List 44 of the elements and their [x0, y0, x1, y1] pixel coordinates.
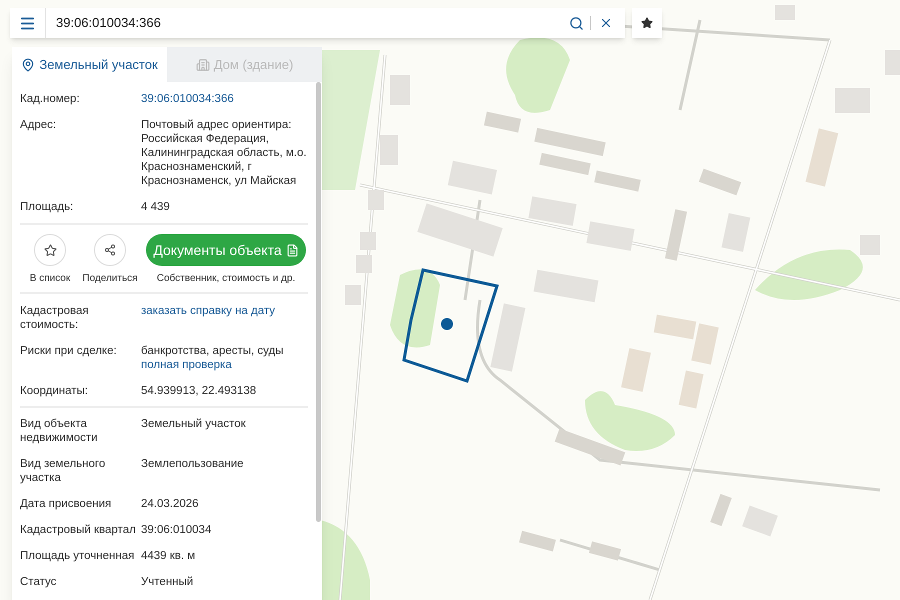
field-value: 4439 кв. м [141, 549, 196, 563]
field-label: Площадь: [20, 200, 74, 214]
field-value: Землепользование [141, 457, 245, 471]
share-icon [104, 244, 116, 256]
star-icon [641, 17, 653, 29]
search-bar[interactable]: 39:06:010034:366 [10, 8, 625, 38]
field-value: 24.03.2026 [141, 497, 200, 511]
share-button[interactable] [94, 234, 126, 266]
building-icon [196, 58, 210, 72]
field-label: Кад.номер: [20, 92, 81, 106]
field-label: Адрес: [20, 118, 58, 133]
tab[interactable]: Земельный участок [12, 47, 167, 82]
favorite-button[interactable] [632, 8, 662, 38]
field-value: 54.939913, 22.493138 [141, 384, 258, 398]
field-label: Вид земельного участка [20, 457, 106, 485]
action-label: В список [30, 272, 70, 286]
field-label: Кадастровая стоимость: [20, 304, 90, 332]
field-link[interactable]: заказать справку на дату [141, 304, 308, 318]
field-label: Риски при сделке: [20, 344, 118, 359]
favorite-button[interactable] [34, 234, 66, 266]
field-value: Почтовый адрес ориентира: Российская Федерация, Калининградская область, м.о. Краснознаменский, г Краснознаменск, ул Майская [141, 118, 308, 188]
close-icon [599, 16, 613, 30]
search-field[interactable]: 39:06:010034:366 [46, 16, 563, 30]
field-label: Координаты: [20, 384, 89, 398]
field-value: Земельный участок [141, 417, 247, 431]
field-label: Дата присвоения [20, 497, 112, 511]
field-link[interactable]: 39:06:010034:366 [141, 92, 308, 106]
star-icon [44, 244, 56, 256]
document-icon [286, 244, 299, 256]
action-label: Поделиться [82, 272, 138, 286]
search-icon [569, 16, 584, 30]
field-value: банкротства, аресты, суды [141, 344, 285, 358]
documents-caption: Собственник, стоимость и др. [156, 272, 296, 286]
field-link[interactable]: полная проверка [141, 358, 232, 372]
location-marker [441, 318, 453, 330]
field-value: Учтенный [141, 575, 194, 589]
field-value: 39:06:010034 [141, 523, 212, 537]
field-label: Площадь уточненная [20, 549, 136, 563]
field-value: 4 439 [141, 200, 171, 214]
menu-icon [19, 14, 36, 32]
pin-icon [21, 58, 36, 72]
field-label: Вид объекта недвижимости [20, 417, 99, 445]
field-label: Статус [20, 575, 58, 589]
field-label: Кадастровый квартал [20, 523, 137, 537]
